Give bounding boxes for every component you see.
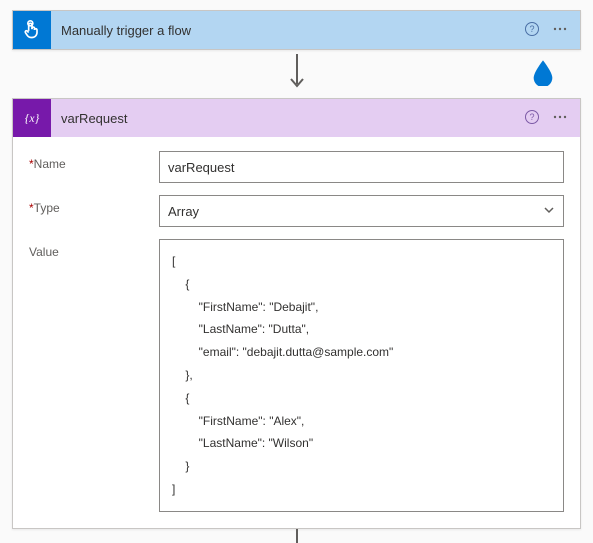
svg-text:{x}: {x}	[25, 112, 40, 125]
type-label: *Type	[29, 195, 159, 215]
trigger-header-actions: ?	[524, 21, 580, 40]
value-input[interactable]: [ { "FirstName": "Debajit", "LastName": …	[159, 239, 564, 512]
type-select-value: Array	[168, 204, 199, 219]
connector-bottom	[12, 529, 581, 543]
value-row: Value [ { "FirstName": "Debajit", "LastN…	[29, 239, 564, 512]
action-header[interactable]: {x} varRequest ?	[13, 99, 580, 137]
action-header-actions: ?	[524, 109, 580, 128]
svg-text:?: ?	[529, 112, 534, 122]
manual-trigger-icon	[13, 11, 51, 49]
help-icon[interactable]: ?	[524, 21, 540, 40]
svg-text:?: ?	[529, 24, 534, 34]
action-body: *Name *Type Array Value	[13, 137, 580, 528]
variable-icon: {x}	[13, 99, 51, 137]
flow-canvas: Manually trigger a flow ?	[0, 0, 593, 543]
trigger-card: Manually trigger a flow ?	[12, 10, 581, 50]
type-row: *Type Array	[29, 195, 564, 227]
trigger-header[interactable]: Manually trigger a flow ?	[13, 11, 580, 49]
more-icon[interactable]	[552, 109, 568, 128]
connector	[12, 50, 581, 98]
water-drop-icon	[529, 58, 557, 86]
arrow-down-icon	[288, 54, 306, 94]
type-select[interactable]: Array	[159, 195, 564, 227]
help-icon[interactable]: ?	[524, 109, 540, 128]
action-card: {x} varRequest ? *Name *Type	[12, 98, 581, 529]
chevron-down-icon	[543, 204, 555, 219]
action-title: varRequest	[51, 111, 524, 126]
name-label: *Name	[29, 151, 159, 171]
more-icon[interactable]	[552, 21, 568, 40]
name-input[interactable]	[159, 151, 564, 183]
name-row: *Name	[29, 151, 564, 183]
trigger-title: Manually trigger a flow	[51, 23, 524, 38]
value-label: Value	[29, 239, 159, 259]
